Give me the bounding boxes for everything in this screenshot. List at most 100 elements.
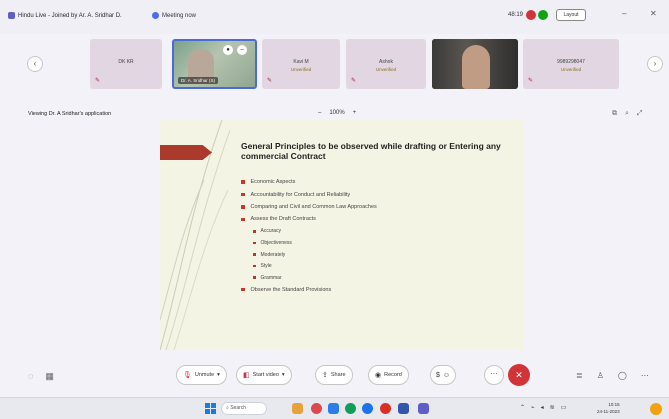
chrome-icon[interactable]: [345, 403, 356, 414]
notification-icon[interactable]: [650, 403, 662, 415]
bullet-marker-icon: [241, 180, 245, 184]
browser-icon[interactable]: [380, 403, 391, 414]
bullet-marker-icon: [241, 192, 245, 197]
participant-name: DK KR: [118, 59, 134, 65]
apps-grid-icon[interactable]: ≣: [576, 371, 583, 380]
app-title-text: Hindu Live - Joined by Ar. A. Sridhar D.: [18, 12, 122, 19]
expand-icon[interactable]: ⤢: [637, 110, 643, 118]
wifi-icon[interactable]: ≋: [550, 404, 555, 411]
zoom-out-button[interactable]: –: [318, 110, 321, 116]
network-icon[interactable]: ⌁: [531, 404, 535, 411]
participant-name: Dr. A. Sridhar (S): [178, 77, 219, 84]
more-options-button[interactable]: ⋯: [484, 365, 504, 385]
reactions-button[interactable]: $ ☺: [430, 365, 457, 385]
zoom-in-button[interactable]: +: [353, 110, 357, 116]
participant-tile[interactable]: 9989298047 Unverified ✎: [523, 39, 619, 89]
participant-name: Ashok: [379, 59, 393, 65]
close-window-button[interactable]: ✕: [650, 9, 657, 18]
meeting-info-icon: [152, 12, 159, 19]
apps-icon: $: [436, 371, 440, 379]
popout-icon[interactable]: ⧉: [612, 110, 617, 118]
participant-video-person: [462, 45, 490, 89]
bottom-right-controls: ≣ ♙ ◯ ⋯: [576, 371, 649, 380]
tile-mic-icon[interactable]: ●: [223, 45, 233, 55]
layout-grid-icon[interactable]: ▦: [45, 371, 54, 382]
slide-sub-bullet: Accuracy: [241, 226, 511, 238]
slide-bullet: Economic Aspects: [241, 176, 511, 188]
participant-status: Unverified: [290, 67, 312, 72]
slide-bullet-list: Economic Aspects Accountability for Cond…: [241, 176, 511, 296]
app-icon[interactable]: [311, 403, 322, 414]
explorer-icon[interactable]: [328, 403, 339, 414]
taskbar-search-label: Search: [230, 405, 247, 411]
slide-sub-bullet: Moderately: [241, 249, 511, 261]
bullet-text: Economic Aspects: [250, 179, 296, 186]
weather-icon[interactable]: [292, 403, 303, 414]
share-icon: ⇪: [322, 372, 328, 379]
muted-mic-icon: ✎: [528, 78, 534, 84]
zoom-controls: – 100% +: [318, 110, 356, 116]
zoom-level[interactable]: 100%: [329, 110, 344, 116]
shared-slide: General Principles to be observed while …: [160, 120, 524, 350]
slide-sub-bullet: Style: [241, 260, 511, 272]
webex-taskbar-icon[interactable]: [418, 403, 429, 414]
slide-sub-bullet: Grammar: [241, 272, 511, 284]
video-off-icon: ◧: [243, 372, 250, 379]
share-label: Share: [330, 372, 346, 378]
slide-bullet: Accountability for Conduct and Reliabili…: [241, 188, 511, 200]
participants-strip: ‹ DK KR ✎ ● – Dr. A. Sridhar (S) Kavi M …: [0, 34, 669, 94]
bullet-text: Accountability for Conduct and Reliabili…: [250, 191, 351, 198]
tile-more-icon[interactable]: –: [237, 45, 247, 55]
bullet-marker-icon: [253, 253, 256, 256]
share-button[interactable]: ⇪ Share: [315, 365, 353, 385]
layout-button[interactable]: Layout: [556, 9, 586, 21]
search-icon[interactable]: ⌕: [625, 110, 629, 118]
end-call-button[interactable]: ✕: [508, 364, 530, 386]
participants-icon[interactable]: ♙: [597, 371, 604, 380]
taskbar-clock[interactable]: 10:15 24-11-2023: [597, 401, 620, 415]
edge-icon[interactable]: [362, 403, 373, 414]
muted-mic-icon: ✎: [351, 78, 357, 84]
participant-status: Unverified: [560, 67, 582, 72]
self-video-tile[interactable]: ● – Dr. A. Sridhar (S): [172, 39, 257, 89]
taskbar-search[interactable]: ⌕ Search: [221, 402, 267, 415]
captions-icon[interactable]: ◌: [28, 371, 33, 382]
record-button[interactable]: ◉ Record: [368, 365, 409, 385]
store-icon[interactable]: [398, 403, 409, 414]
unmute-button[interactable]: 🎙 Unmute ▾: [176, 365, 227, 385]
strip-prev-button[interactable]: ‹: [27, 56, 43, 72]
reactions-icon: ☺: [442, 371, 451, 379]
bullet-marker-icon: [241, 287, 245, 292]
minimize-window-button[interactable]: –: [622, 9, 626, 18]
clock-time: 10:15: [608, 402, 620, 407]
recording-indicator-icon: [526, 10, 536, 20]
bullet-marker-icon: [253, 264, 256, 268]
slide-title-arrow: [160, 145, 212, 160]
slide-title: General Principles to be observed while …: [241, 141, 501, 161]
participant-tile[interactable]: DK KR ✎: [90, 39, 162, 89]
bullet-marker-icon: [241, 205, 245, 209]
windows-start-icon[interactable]: [205, 403, 216, 414]
meeting-tab[interactable]: Meeting now: [152, 12, 196, 19]
chat-icon[interactable]: ◯: [618, 371, 627, 380]
mic-muted-icon: 🎙: [183, 372, 192, 379]
participant-name: Kavi M: [293, 59, 309, 65]
participant-video-tile[interactable]: [432, 39, 518, 89]
more-icon[interactable]: ⋯: [641, 371, 649, 380]
bullet-marker-icon: [253, 230, 256, 233]
tray-chevron-icon[interactable]: ⌃: [520, 404, 525, 411]
meeting-tab-label: Meeting now: [162, 12, 197, 19]
chevron-down-icon: ▾: [281, 372, 285, 378]
bullet-marker-icon: [241, 217, 245, 222]
volume-icon[interactable]: ◂: [541, 404, 544, 411]
battery-icon[interactable]: ▭: [561, 404, 567, 411]
start-video-button[interactable]: ◧ Start video ▾: [236, 365, 292, 385]
participant-tile[interactable]: Ashok Unverified ✎: [346, 39, 426, 89]
os-taskbar: ⌕ Search ⌃ ⌁ ◂ ≋ ▭ 10:15 24-11-2023: [0, 397, 669, 419]
bottom-left-controls: ◌ ▦: [28, 371, 54, 382]
participant-tile[interactable]: Kavi M Unverified ✎: [262, 39, 340, 89]
record-icon: ◉: [375, 372, 382, 379]
system-tray: ⌃ ⌁ ◂ ≋ ▭: [520, 404, 566, 411]
connection-status-icon: [538, 10, 548, 20]
strip-next-button[interactable]: ›: [647, 56, 663, 72]
